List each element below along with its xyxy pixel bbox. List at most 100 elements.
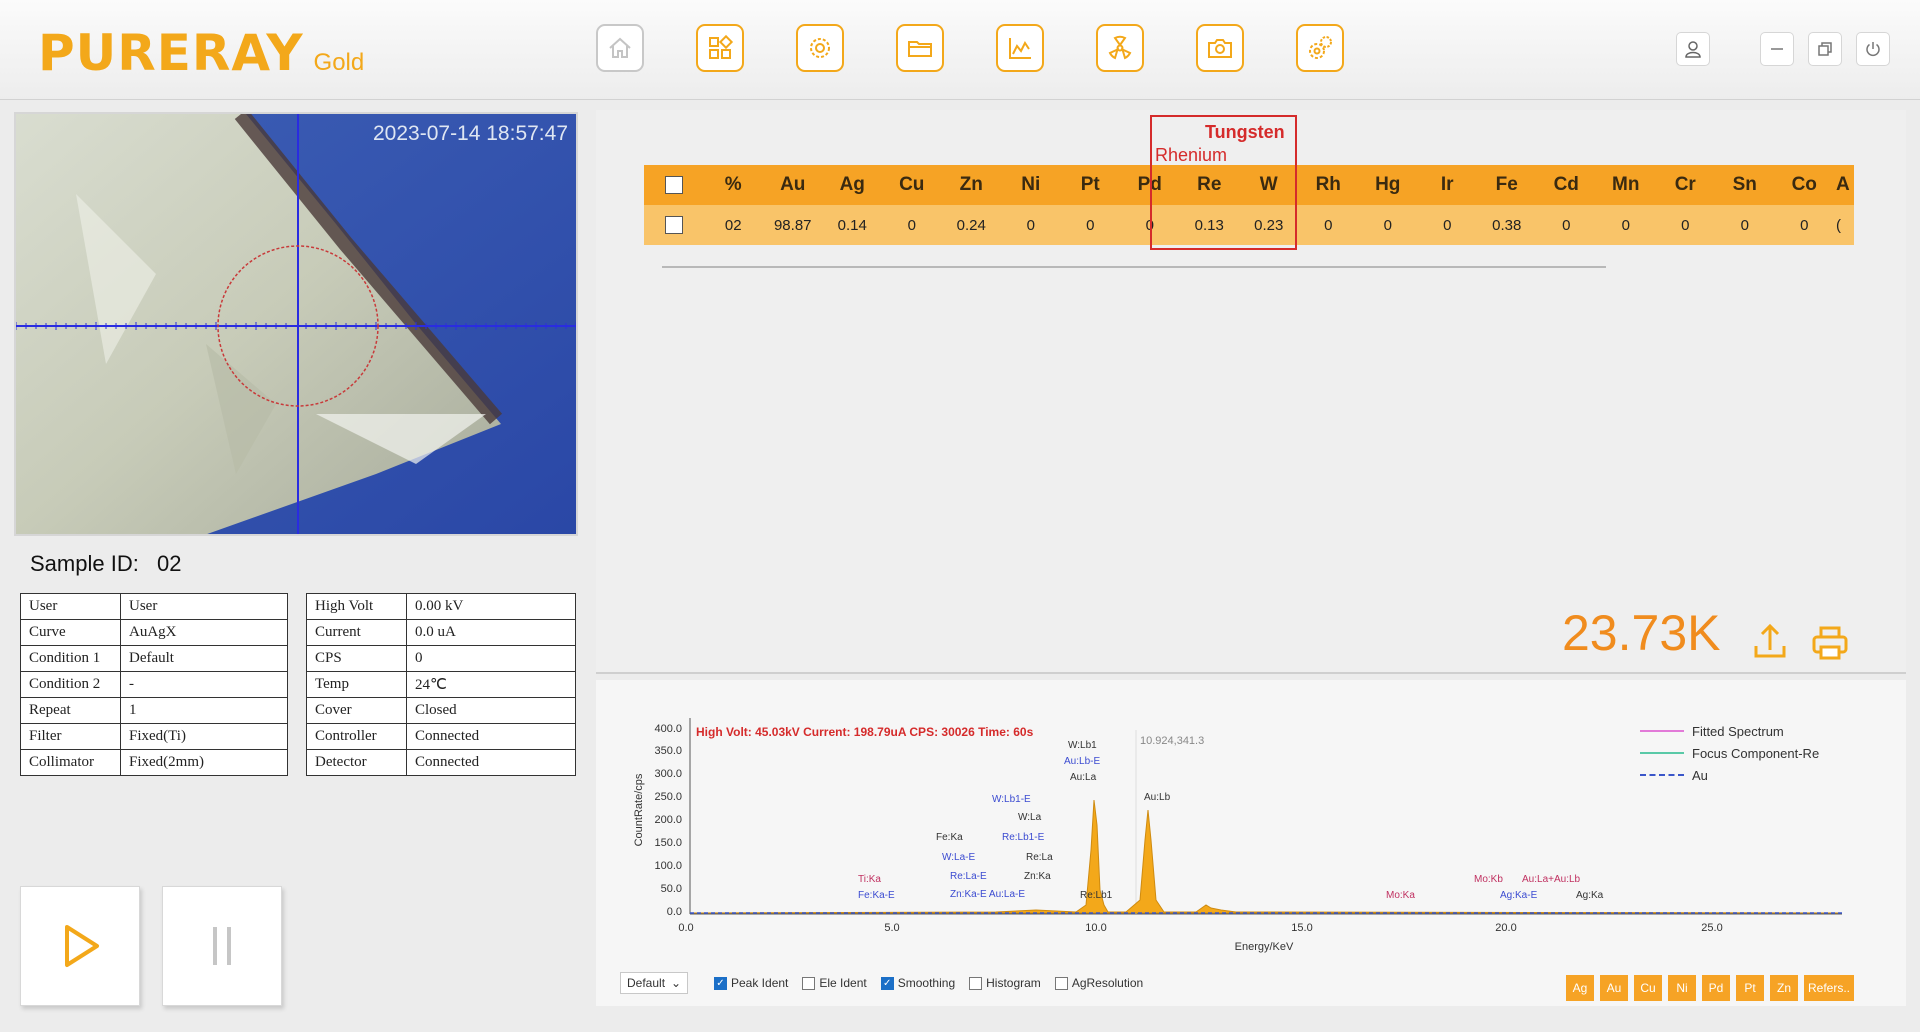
table-row: Filter Fixed(Ti) [20,723,288,750]
y-tick: 150.0 [654,837,682,849]
power-button[interactable] [1856,32,1890,66]
instrument-status-table: High Volt 0.00 kV Current 0.0 uA CPS 0 Temp… [306,593,576,776]
column-header: A [1834,165,1854,205]
element-button-pt[interactable]: Pt [1736,975,1764,1001]
table-row: Temp 24℃ [306,671,576,698]
result-cell: 0 [1655,205,1715,245]
checkbox-box: ✓ [714,976,727,990]
annotation-rhenium: Rhenium [1155,145,1228,165]
legend-item: Au [1640,764,1819,786]
minimize-button[interactable] [1760,32,1794,66]
element-button-ag[interactable]: Ag [1566,975,1594,1001]
modules-button[interactable] [696,24,744,72]
status-key: Controller [306,723,407,750]
legend-label: Fitted Spectrum [1692,723,1784,739]
settings-icon [810,38,830,58]
camera-timestamp: 2023-07-14 18:57:47 [373,122,568,145]
peak-label: Au:Lb-E [1064,756,1100,767]
horizontal-scrollbar[interactable] [662,266,1606,268]
folder-button[interactable] [896,24,944,72]
result-cell: 02 [703,205,763,245]
home-button[interactable] [596,24,644,72]
start-button[interactable] [20,886,140,1006]
restore-icon [1818,42,1832,56]
peak-label: Fe:Ka [936,832,963,843]
setting-value: Fixed(Ti) [120,723,288,750]
peak-label: Ag:Ka [1576,890,1604,901]
column-header: % [703,165,763,205]
peak-label: Ag:Ka-E [1500,890,1538,901]
result-cell: 98.87 [763,205,823,245]
peak-labels: W:Lb1 Au:Lb-E Au:La Au:Lb W:Lb1-E W:La F… [858,740,1604,901]
references-button[interactable]: Refers.. [1804,975,1855,1001]
main-toolbar [596,24,1344,72]
element-button-ni[interactable]: Ni [1668,975,1696,1001]
advanced-settings-button[interactable] [1296,24,1344,72]
status-key: Cover [306,697,407,724]
row-checkbox[interactable] [664,216,683,235]
peak-ident-checkbox[interactable]: ✓ Peak Ident [714,976,788,990]
select-all-checkbox[interactable] [664,175,683,194]
x-tick: 0.0 [678,922,693,934]
column-header: Ni [1001,165,1061,205]
result-cell: 0 [1358,205,1418,245]
ele-ident-checkbox[interactable]: Ele Ident [802,976,867,990]
header-bar: PURERAY Gold [0,0,1920,100]
result-cell: 0 [1774,205,1834,245]
status-value: 0.00 kV [406,593,576,620]
table-row: CPS 0 [306,645,576,672]
checkbox-label: AgResolution [1071,976,1144,990]
ag-resolution-checkbox[interactable]: AgResolution [1054,976,1144,990]
camera-view[interactable]: 2023-07-14 18:57:47 [14,112,578,536]
element-button-cu[interactable]: Cu [1634,975,1662,1001]
export-icon[interactable] [1750,620,1790,664]
setting-key: Condition 1 [20,645,121,672]
peak-label: W:Lb1 [1068,740,1097,751]
preset-select[interactable]: Default ⌄ [620,972,688,994]
power-icon [1866,42,1880,57]
restore-button[interactable] [1808,32,1842,66]
column-header: Ir [1417,165,1477,205]
print-icon[interactable] [1810,620,1850,664]
camera-image [16,114,576,534]
table-row: Controller Connected [306,723,576,750]
pause-icon [213,927,231,965]
element-button-pd[interactable]: Pd [1702,975,1730,1001]
smoothing-checkbox[interactable]: ✓ Smoothing [880,976,956,990]
result-cell: 0.38 [1477,205,1537,245]
result-cell: 0 [1417,205,1477,245]
status-key: CPS [306,645,407,672]
user-button[interactable] [1676,32,1710,66]
element-button-zn[interactable]: Zn [1770,975,1798,1001]
chart-button[interactable] [996,24,1044,72]
pause-button[interactable] [162,886,282,1006]
element-button-au[interactable]: Au [1600,975,1628,1001]
camera-icon [1208,39,1232,58]
result-cell: 0 [1001,205,1061,245]
result-cell: 0 [882,205,942,245]
setting-key: Curve [20,619,121,646]
row-checkbox-cell [644,205,704,245]
column-header: Cu [882,165,942,205]
checkbox-label: Smoothing [897,976,956,990]
setting-value: Fixed(2mm) [120,749,288,776]
legend-swatch [1640,752,1684,754]
x-tick: 20.0 [1495,922,1516,934]
radiation-button[interactable] [1096,24,1144,72]
setting-value: - [120,671,288,698]
settings-button[interactable] [796,24,844,72]
histogram-checkbox[interactable]: Histogram [969,976,1041,990]
status-key: Current [306,619,407,646]
spectrum-legend: Fitted Spectrum Focus Component-Re Au [1640,720,1819,786]
setting-key: Repeat [20,697,121,724]
minimize-icon [1771,48,1783,50]
checkbox-label: Ele Ident [819,976,867,990]
peak-label: Re:La-E [950,871,987,882]
column-header: Ag [822,165,882,205]
y-axis: 400.0 350.0 300.0 250.0 200.0 150.0 100.… [633,718,691,918]
peak-label: Re:Lb1 [1080,890,1113,901]
camera-button[interactable] [1196,24,1244,72]
y-tick: 50.0 [661,883,682,895]
status-value: Connected [406,749,576,776]
table-row: High Volt 0.00 kV [306,593,576,620]
